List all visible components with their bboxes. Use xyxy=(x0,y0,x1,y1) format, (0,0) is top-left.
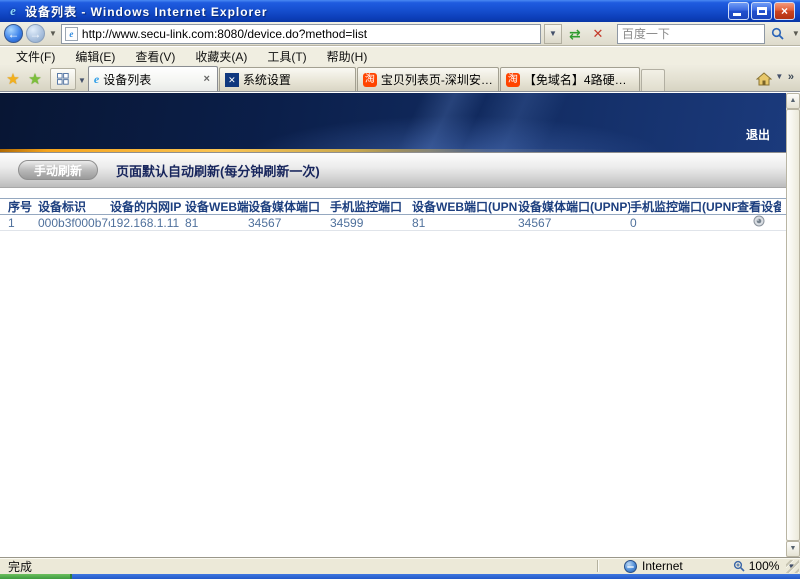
logout-link[interactable]: 退出 xyxy=(746,126,770,143)
view-device-camera-icon xyxy=(753,215,765,227)
quick-tabs-button[interactable] xyxy=(50,68,76,90)
search-go-button[interactable] xyxy=(768,24,788,44)
browser-window: e 设备列表 - Windows Internet Explorer × ← →… xyxy=(0,0,800,579)
search-input[interactable] xyxy=(618,26,764,42)
menu-help[interactable]: 帮助(H) xyxy=(319,47,376,66)
quick-tabs-grid-icon xyxy=(57,73,69,85)
header-web-port: 设备WEB端口 xyxy=(185,198,248,215)
stop-button[interactable]: ✕ xyxy=(588,24,608,44)
menu-view[interactable]: 查看(V) xyxy=(127,47,183,66)
cell-seq: 1 xyxy=(8,216,38,230)
favorites-center-button[interactable]: ★ xyxy=(2,67,24,91)
header-mobile-port: 手机监控端口 xyxy=(330,198,412,215)
header-mobile-port-upnp: 手机监控端口(UPNP) xyxy=(630,198,737,215)
url-text: http://www.secu-link.com:8080/device.do?… xyxy=(82,27,367,41)
header-media-port-upnp: 设备媒体端口(UPNP) xyxy=(518,198,630,215)
search-box xyxy=(617,24,765,44)
start-button-sliver[interactable] xyxy=(0,574,72,579)
menu-tools[interactable]: 工具(T) xyxy=(259,47,314,66)
favorites-star-icon: ★ xyxy=(6,70,19,88)
home-dropdown-icon[interactable]: ▼ xyxy=(775,72,783,81)
stop-icon: ✕ xyxy=(592,27,603,40)
menu-bar: 文件(F) 编辑(E) 查看(V) 收藏夹(A) 工具(T) 帮助(H) xyxy=(0,47,800,65)
windows-taskbar-sliver xyxy=(0,574,800,579)
scroll-up-arrow-icon[interactable]: ▲ xyxy=(786,93,800,109)
cell-lan-ip: 192.168.1.11 xyxy=(110,216,185,230)
header-seq: 序号 xyxy=(8,198,38,215)
add-favorite-button[interactable]: ★ xyxy=(24,67,46,91)
header-device-id: 设备标识 xyxy=(38,198,110,215)
zoom-magnifier-icon xyxy=(733,560,745,572)
tab-device-list[interactable]: e 设备列表 × xyxy=(88,66,218,91)
cell-mobile-port: 34599 xyxy=(330,216,412,230)
new-tab-stub[interactable] xyxy=(641,69,665,91)
menu-edit[interactable]: 编辑(E) xyxy=(67,47,123,66)
table-header-row: 序号 设备标识 设备的内网IP 设备WEB端口 设备媒体端口 手机监控端口 设备… xyxy=(0,198,786,215)
home-button[interactable]: ▼ xyxy=(756,68,786,90)
cell-mobile-port-upnp: 0 xyxy=(630,216,737,230)
maximize-button[interactable] xyxy=(751,2,772,20)
menu-favorites[interactable]: 收藏夹(A) xyxy=(187,47,255,66)
tab-close-icon[interactable]: × xyxy=(201,73,211,85)
page-banner: 退出 xyxy=(0,93,786,152)
refresh-icon: ⇄ xyxy=(569,27,581,41)
scrollbar-thumb[interactable] xyxy=(786,109,800,541)
minimize-button[interactable] xyxy=(728,2,749,20)
search-options-dropdown-icon[interactable]: ▼ xyxy=(791,29,800,38)
add-favorite-star-icon: ★ xyxy=(28,70,41,88)
ie-app-icon: e xyxy=(5,3,21,19)
page-icon: e xyxy=(65,27,78,41)
tab-bar: ★ ★ ▼ e 设备列表 × ✕ 系统设置 淘 宝贝列表页-深圳安防监... 淘… xyxy=(0,65,800,92)
device-table: 序号 设备标识 设备的内网IP 设备WEB端口 设备媒体端口 手机监控端口 设备… xyxy=(0,188,786,231)
tab-taobao-listing[interactable]: 淘 宝贝列表页-深圳安防监... xyxy=(357,67,499,91)
header-media-port: 设备媒体端口 xyxy=(248,198,330,215)
address-bar-input[interactable]: e http://www.secu-link.com:8080/device.d… xyxy=(61,24,541,44)
close-button[interactable]: × xyxy=(774,2,795,20)
view-device-link[interactable] xyxy=(737,215,781,230)
zone-label: Internet xyxy=(642,559,683,573)
auto-refresh-note: 页面默认自动刷新(每分钟刷新一次) xyxy=(116,161,320,180)
plugin-x-icon: ✕ xyxy=(225,73,239,87)
statusbar-separator xyxy=(597,560,598,572)
cell-device-id: 000b3f000b7c xyxy=(38,216,110,230)
header-view-device: 查看设备 xyxy=(737,198,781,215)
home-icon xyxy=(756,72,772,86)
header-lan-ip: 设备的内网IP xyxy=(110,198,185,215)
forward-button[interactable]: → xyxy=(26,24,45,43)
back-button[interactable]: ← xyxy=(4,24,23,43)
security-zone: Internet xyxy=(624,559,683,573)
menu-file[interactable]: 文件(F) xyxy=(8,47,63,66)
cell-media-port-upnp: 34567 xyxy=(518,216,630,230)
cell-web-port-upnp: 81 xyxy=(412,216,518,230)
taobao-icon: 淘 xyxy=(363,73,377,87)
address-dropdown-button[interactable]: ▼ xyxy=(544,24,562,44)
magnifier-icon xyxy=(771,27,784,40)
resize-grip[interactable] xyxy=(786,560,799,573)
window-title: 设备列表 - Windows Internet Explorer xyxy=(25,3,728,20)
scroll-down-arrow-icon[interactable]: ▼ xyxy=(786,541,800,557)
refresh-button[interactable]: ⇄ xyxy=(565,24,585,44)
taobao-icon: 淘 xyxy=(506,73,520,87)
internet-globe-icon xyxy=(624,560,637,573)
vertical-scrollbar[interactable]: ▲ ▼ xyxy=(786,93,800,557)
header-web-port-upnp: 设备WEB端口(UPNP) xyxy=(412,198,518,215)
toolbar-overflow-chevron-icon[interactable]: » xyxy=(788,71,794,83)
status-text: 完成 xyxy=(8,558,32,575)
cell-media-port: 34567 xyxy=(248,216,330,230)
tab-system-settings[interactable]: ✕ 系统设置 xyxy=(219,67,356,91)
cell-web-port: 81 xyxy=(185,216,248,230)
ie-tab-icon: e xyxy=(94,72,99,86)
manual-refresh-button[interactable]: 手动刷新 xyxy=(18,160,98,180)
tab-taobao-dvr[interactable]: 淘 【免域名】4路硬盘录像... xyxy=(500,67,640,91)
table-row: 1 000b3f000b7c 192.168.1.11 81 34567 345… xyxy=(0,215,786,231)
title-bar: e 设备列表 - Windows Internet Explorer × xyxy=(0,0,800,22)
page-content: 退出 手动刷新 页面默认自动刷新(每分钟刷新一次) 序号 设备标识 设备的内网I… xyxy=(0,93,800,557)
zoom-level: 100% xyxy=(749,559,780,573)
refresh-toolstrip: 手动刷新 页面默认自动刷新(每分钟刷新一次) xyxy=(0,152,786,188)
history-dropdown-icon[interactable]: ▼ xyxy=(48,29,58,38)
navigation-bar: ← → ▼ e http://www.secu-link.com:8080/de… xyxy=(0,22,800,46)
status-bar: 完成 Internet 100% ▼ xyxy=(0,557,800,574)
tab-list-dropdown-icon[interactable]: ▼ xyxy=(78,76,86,85)
